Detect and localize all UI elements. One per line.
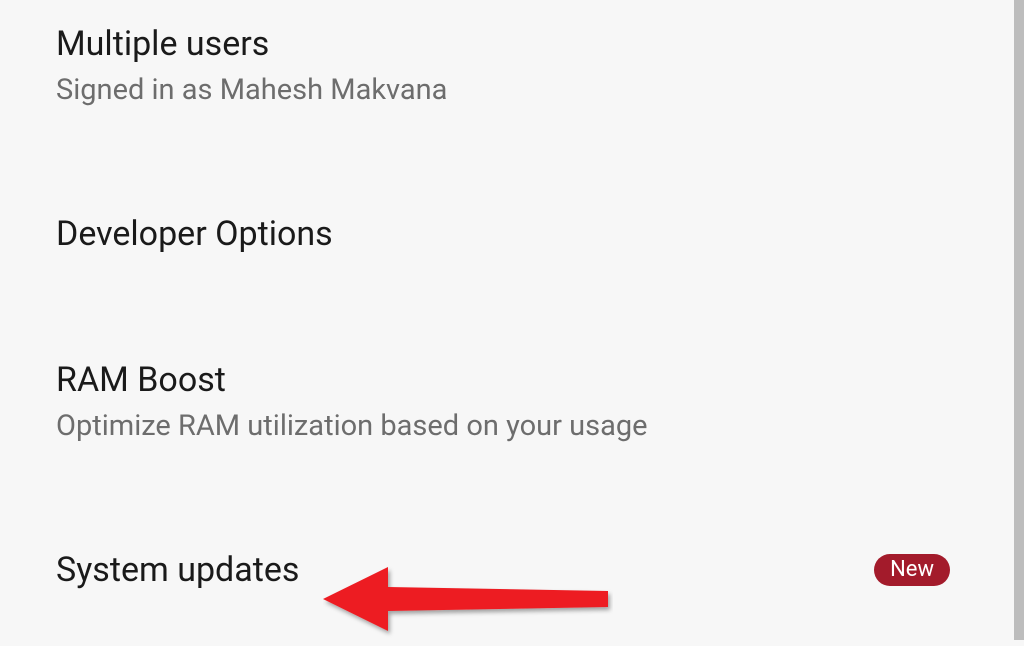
setting-title: Developer Options: [56, 212, 950, 256]
setting-subtitle: Optimize RAM utilization based on your u…: [56, 408, 950, 446]
setting-developer-options[interactable]: Developer Options: [56, 200, 950, 268]
setting-ram-boost[interactable]: RAM Boost Optimize RAM utilization based…: [56, 346, 950, 458]
settings-list: Multiple users Signed in as Mahesh Makva…: [0, 0, 1010, 604]
setting-title: Multiple users: [56, 22, 950, 66]
setting-title: RAM Boost: [56, 358, 950, 402]
setting-title: System updates: [56, 548, 299, 592]
scrollbar[interactable]: [1014, 0, 1024, 640]
setting-multiple-users[interactable]: Multiple users Signed in as Mahesh Makva…: [56, 10, 950, 122]
new-badge: New: [874, 554, 950, 586]
setting-subtitle: Signed in as Mahesh Makvana: [56, 72, 950, 110]
setting-system-updates[interactable]: System updates New: [56, 536, 950, 604]
